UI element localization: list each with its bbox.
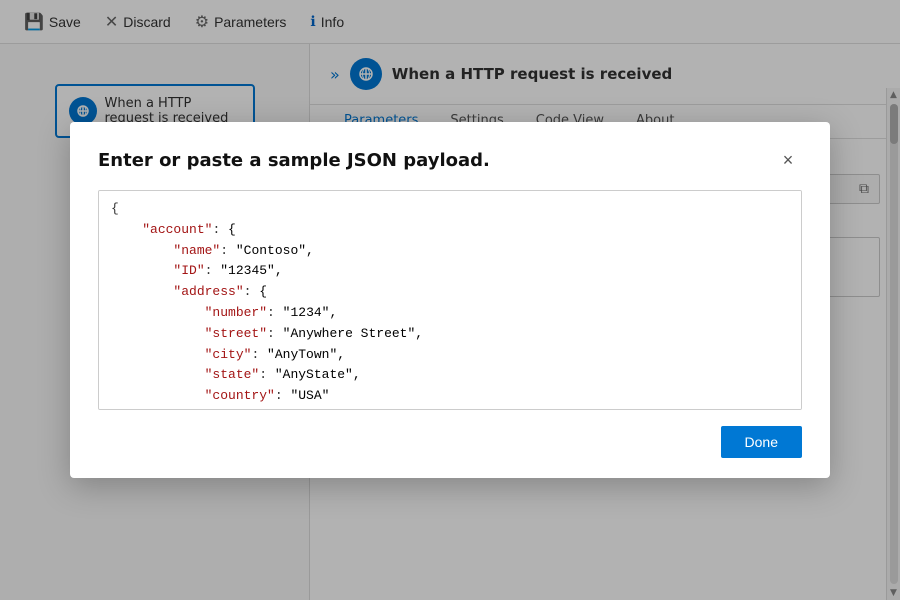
json-payload-modal: Enter or paste a sample JSON payload. × … — [70, 122, 830, 478]
modal-title: Enter or paste a sample JSON payload. — [98, 150, 490, 171]
done-button[interactable]: Done — [721, 426, 802, 458]
modal-close-button[interactable]: × — [774, 146, 802, 174]
modal-overlay: Enter or paste a sample JSON payload. × … — [0, 0, 900, 600]
modal-footer: Done — [98, 426, 802, 458]
json-editor-wrapper: { "account": { "name": "Contoso", "ID": … — [98, 190, 802, 410]
json-editor[interactable]: { "account": { "name": "Contoso", "ID": … — [98, 190, 802, 410]
modal-header: Enter or paste a sample JSON payload. × — [98, 146, 802, 174]
